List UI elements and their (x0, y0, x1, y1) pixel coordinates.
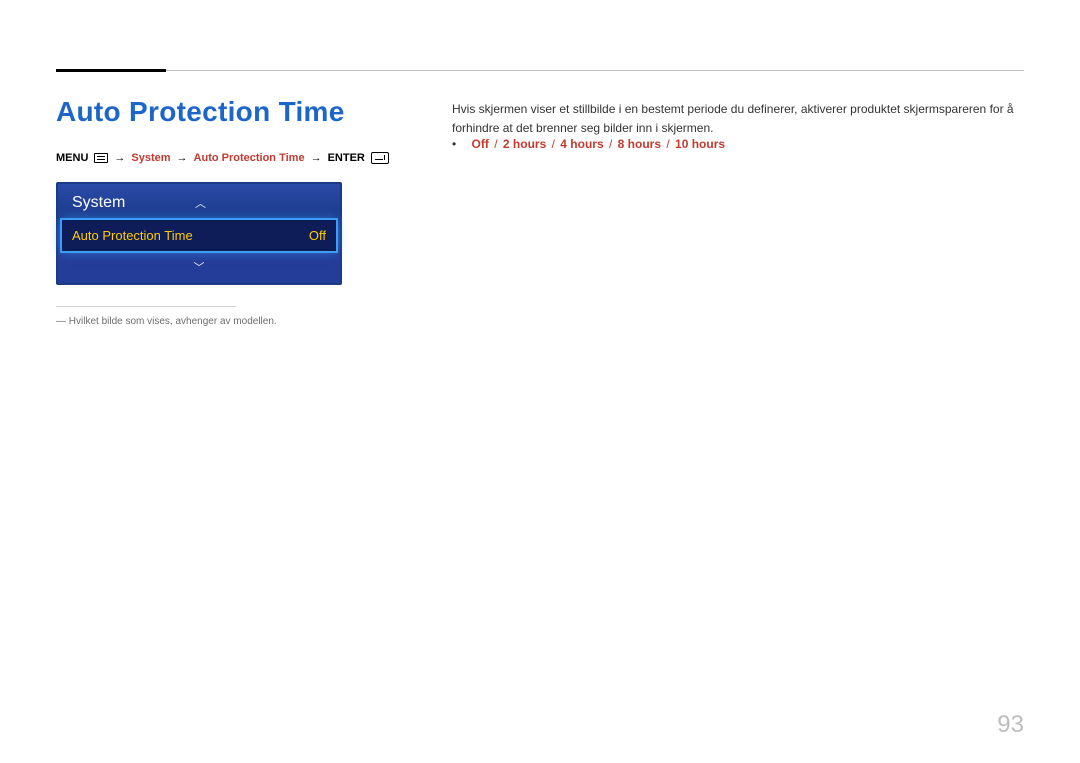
bullet-icon: • (452, 137, 456, 151)
arrow-icon: → (177, 152, 188, 164)
arrow-icon: → (311, 152, 322, 164)
arrow-icon: → (114, 152, 125, 164)
enter-icon (371, 152, 389, 164)
chevron-down-icon[interactable]: ﹀ (194, 262, 205, 274)
page-number: 93 (997, 711, 1024, 739)
osd-header: System ︿ (58, 184, 340, 220)
osd-panel: System ︿ Auto Protection Time Off ﹀ (56, 182, 342, 285)
top-rule-bar (56, 69, 166, 72)
menu-icon (94, 153, 108, 163)
breadcrumb-enter-label: ENTER (328, 152, 365, 164)
chevron-up-icon[interactable]: ︿ (195, 195, 326, 211)
osd-row-label: Auto Protection Time (72, 228, 193, 243)
breadcrumb-system: System (131, 152, 170, 164)
osd-header-title: System (72, 194, 125, 212)
page-title: Auto Protection Time (56, 96, 345, 128)
model-note: Hvilket bilde som vises, avhenger av mod… (56, 316, 277, 327)
option-value: 4 hours (560, 137, 603, 151)
option-value: 8 hours (618, 137, 661, 151)
osd-selected-row[interactable]: Auto Protection Time Off (62, 220, 336, 251)
breadcrumb: MENU → System → Auto Protection Time → E… (56, 152, 389, 164)
option-value: Off (472, 137, 489, 151)
top-rule (56, 70, 1024, 71)
option-value: 10 hours (675, 137, 725, 151)
osd-row-value: Off (309, 228, 326, 243)
option-value: 2 hours (503, 137, 546, 151)
note-separator (56, 306, 236, 307)
breadcrumb-apt: Auto Protection Time (194, 152, 305, 164)
feature-options: • Off / 2 hours / 4 hours / 8 hours / 10… (452, 137, 1024, 151)
breadcrumb-menu-label: MENU (56, 152, 88, 164)
feature-description: Hvis skjermen viser et stillbilde i en b… (452, 100, 1024, 137)
osd-footer: ﹀ (58, 255, 340, 283)
